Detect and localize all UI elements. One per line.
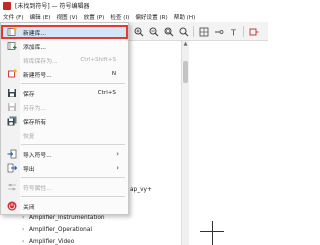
symbol-canvas[interactable] xyxy=(190,41,268,245)
zoom-selection-icon[interactable] xyxy=(178,26,189,37)
tree-item-partial[interactable]: ap_vy+ xyxy=(130,187,152,193)
zoom-in-icon[interactable] xyxy=(133,26,144,37)
menu-item-label: 导出 xyxy=(23,166,35,173)
submenu-arrow-icon: › xyxy=(116,164,119,172)
tree-item-label: Amplifier_Operational xyxy=(29,227,93,233)
canvas-axis-line xyxy=(200,231,224,232)
menu-item-save-library-as[interactable]: 将库保存为... Ctrl+Shift+S xyxy=(1,53,128,67)
menu-separator xyxy=(21,177,125,178)
import-icon xyxy=(6,149,17,159)
toolbar-separator xyxy=(193,26,194,37)
save-icon xyxy=(6,88,17,98)
new-symbol-icon xyxy=(6,69,17,79)
scroll-thumb[interactable] xyxy=(183,61,188,83)
menu-item-new-symbol[interactable]: 新建符号... N xyxy=(1,67,128,81)
menu-item-symbol-properties[interactable]: 符号属性... xyxy=(1,180,128,194)
menu-item-label: 将库保存为... xyxy=(23,58,58,65)
menu-item-label: 新建符号... xyxy=(23,72,52,79)
save-all-icon xyxy=(6,116,17,126)
tree-item[interactable]: › Amplifier_Operational xyxy=(22,227,92,233)
menu-item-label: 关闭 xyxy=(23,204,35,211)
scroll-up-icon[interactable]: ▲ xyxy=(182,41,189,48)
menu-help[interactable]: 帮助 (H) xyxy=(171,13,199,21)
menu-place[interactable]: 放置 (P) xyxy=(81,13,108,21)
properties-icon xyxy=(6,182,17,192)
submenu-arrow-icon: › xyxy=(116,150,119,158)
symbol-checker-icon[interactable] xyxy=(248,26,259,37)
zoom-fit-icon[interactable] xyxy=(163,26,174,37)
tree-item-label: Amplifier_Instrumentation xyxy=(29,215,105,221)
menu-file[interactable]: 文件 (F) xyxy=(0,13,27,21)
export-icon xyxy=(6,163,17,173)
menu-separator xyxy=(21,144,125,145)
text-icon[interactable]: T xyxy=(228,26,239,37)
tree-item[interactable]: › Amplifier_Instrumentation xyxy=(22,215,105,221)
menu-item-label: 恢复 xyxy=(23,133,35,140)
canvas-axis-line xyxy=(212,221,213,245)
menu-item-label: 添加库... xyxy=(23,44,46,51)
grid-icon[interactable] xyxy=(198,26,209,37)
menu-item-new-library[interactable]: 新建库... xyxy=(1,25,128,39)
save-as-icon xyxy=(6,102,17,112)
pin-icon[interactable] xyxy=(213,26,224,37)
tree-scrollbar[interactable]: ▲ xyxy=(181,41,189,245)
menu-item-save[interactable]: 保存 Ctrl+S xyxy=(1,86,128,100)
new-library-icon xyxy=(6,27,17,37)
window-title: [未找到符号] — 符号编辑器 xyxy=(15,3,90,10)
close-icon xyxy=(6,201,17,211)
menu-view[interactable]: 视图 (V) xyxy=(53,13,80,21)
menu-item-label: 新建库... xyxy=(23,30,46,37)
tree-item[interactable]: › Amplifier_Video xyxy=(22,239,74,245)
menu-item-close[interactable]: 关闭 xyxy=(1,199,128,213)
tree-item-label: Amplifier_Video xyxy=(29,239,75,245)
menu-bar: 文件 (F) 编辑 (E) 视图 (V) 放置 (P) 检查 (I) 偏好设置 … xyxy=(0,11,268,22)
menu-item-label: 另存为... xyxy=(23,105,46,112)
menu-edit[interactable]: 编辑 (E) xyxy=(27,13,54,21)
menu-separator xyxy=(21,196,125,197)
menu-preferences[interactable]: 偏好设置 (R) xyxy=(132,13,170,21)
menu-item-label: 导入符号... xyxy=(23,152,52,159)
expand-arrow-icon[interactable]: › xyxy=(22,239,29,245)
svg-text:T: T xyxy=(230,28,236,37)
title-bar: [未找到符号] — 符号编辑器 xyxy=(0,0,268,11)
menu-inspect[interactable]: 检查 (I) xyxy=(107,13,132,21)
file-menu: 新建库... 添加库... 将库保存为... Ctrl+Shift+S 新建符号… xyxy=(0,22,129,215)
menu-item-shortcut: Ctrl+S xyxy=(97,90,116,96)
menu-item-shortcut: Ctrl+Shift+S xyxy=(80,57,116,63)
expand-arrow-icon[interactable]: › xyxy=(22,215,29,221)
expand-arrow-icon[interactable]: › xyxy=(22,227,29,233)
menu-separator xyxy=(21,83,125,84)
menu-item-shortcut: N xyxy=(111,71,116,77)
menu-item-add-library[interactable]: 添加库... xyxy=(1,39,128,53)
menu-item-export[interactable]: 导出 › xyxy=(1,161,128,175)
menu-item-save-as[interactable]: 另存为... xyxy=(1,100,128,114)
toolbar-separator xyxy=(243,26,244,37)
menu-item-save-all[interactable]: 保存所有 xyxy=(1,114,128,128)
app-icon xyxy=(3,1,11,10)
menu-item-label: 符号属性... xyxy=(23,185,52,192)
zoom-out-icon[interactable] xyxy=(148,26,159,37)
menu-item-revert[interactable]: 恢复 xyxy=(1,128,128,142)
menu-item-label: 保存所有 xyxy=(23,119,47,126)
add-library-icon xyxy=(6,41,17,51)
menu-item-import-symbol[interactable]: 导入符号... › xyxy=(1,147,128,161)
menu-item-label: 保存 xyxy=(23,91,35,98)
